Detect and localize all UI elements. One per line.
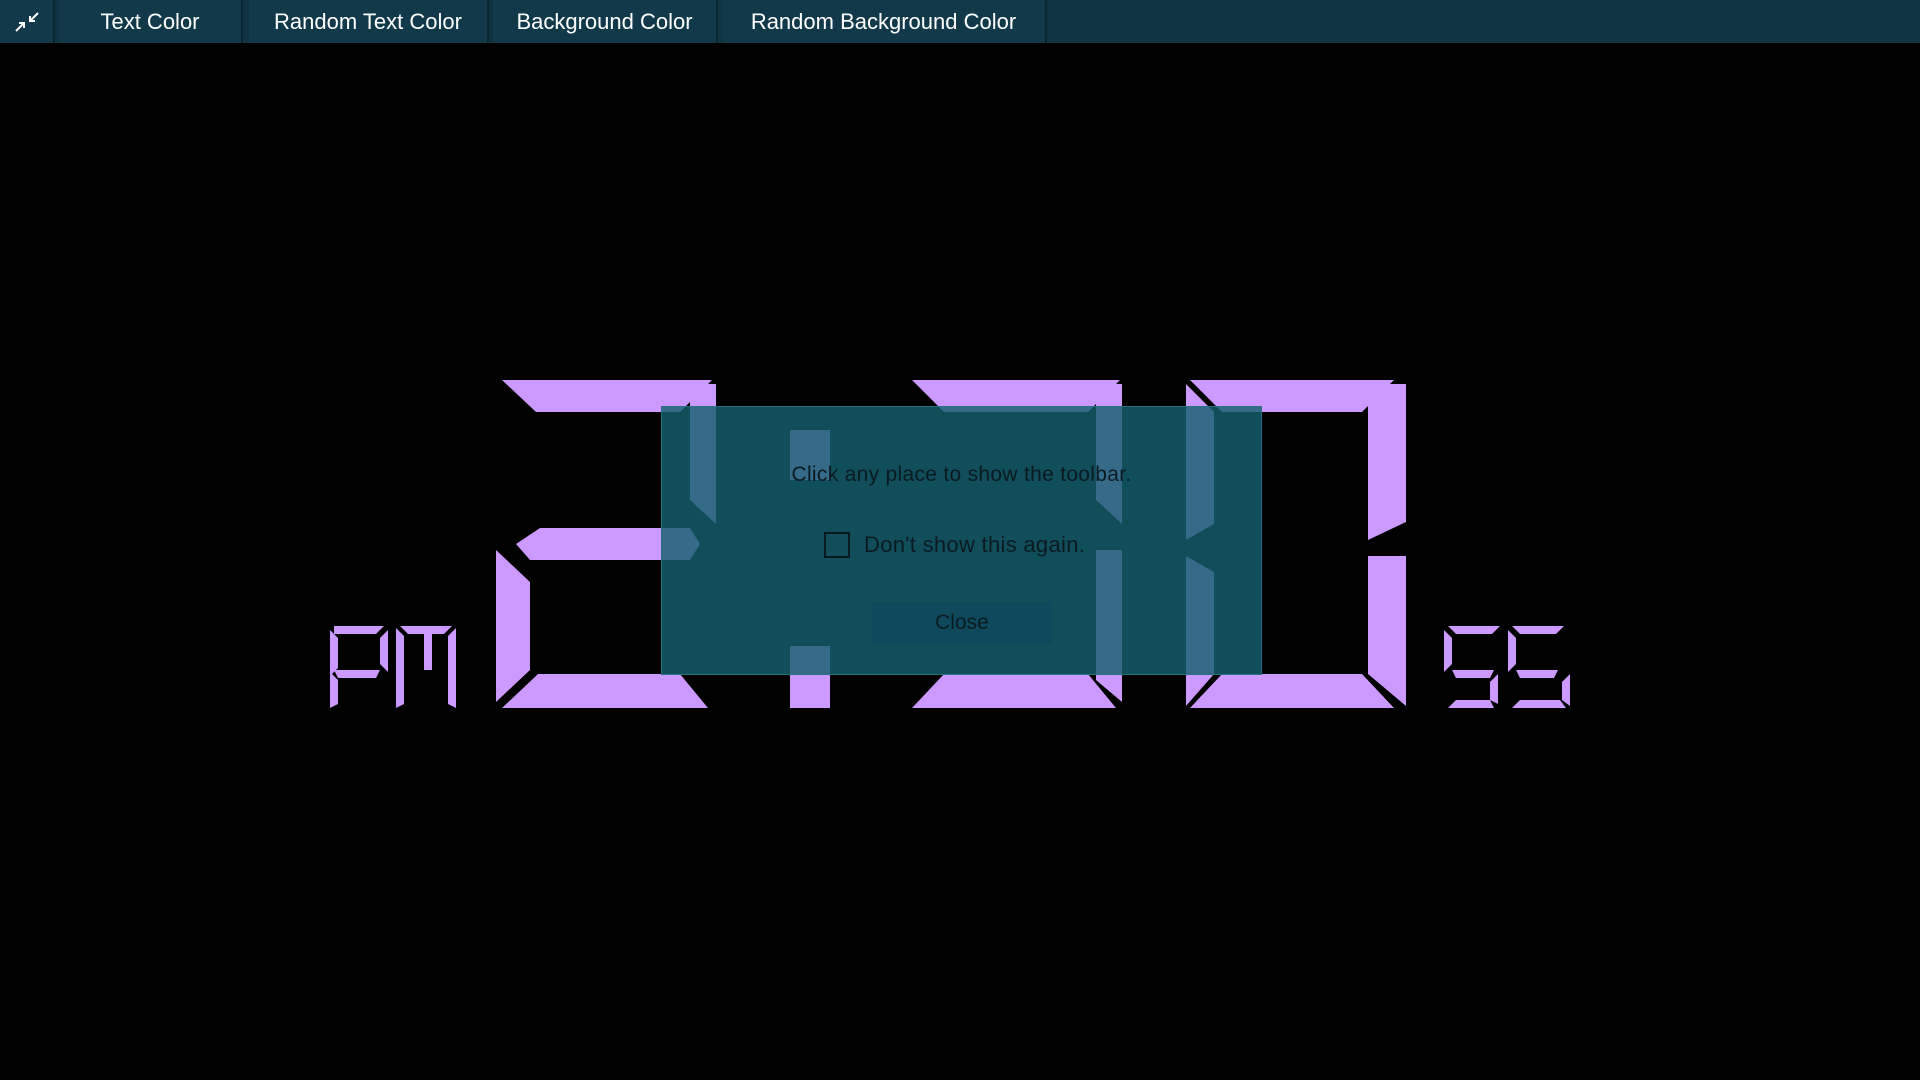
toolbar: Text Color Random Text Color Background … (0, 0, 1920, 43)
clock-period-indicator (330, 626, 456, 708)
background-color-button[interactable]: Background Color (493, 0, 718, 43)
dont-show-again-label[interactable]: Don't show this again. (864, 532, 1085, 558)
text-color-button[interactable]: Text Color (59, 0, 243, 43)
exit-fullscreen-button[interactable] (0, 0, 55, 43)
close-button[interactable]: Close (872, 602, 1052, 644)
random-background-color-button[interactable]: Random Background Color (722, 0, 1047, 43)
dialog-message: Click any place to show the toolbar. (791, 463, 1132, 486)
toolbar-hint-dialog: Click any place to show the toolbar. Don… (661, 406, 1262, 675)
clock-seconds (1444, 626, 1570, 708)
dont-show-again-row[interactable]: Don't show this again. (824, 532, 1085, 558)
dont-show-again-checkbox[interactable] (824, 532, 850, 558)
exit-fullscreen-icon (14, 11, 39, 32)
random-text-color-button[interactable]: Random Text Color (249, 0, 489, 43)
